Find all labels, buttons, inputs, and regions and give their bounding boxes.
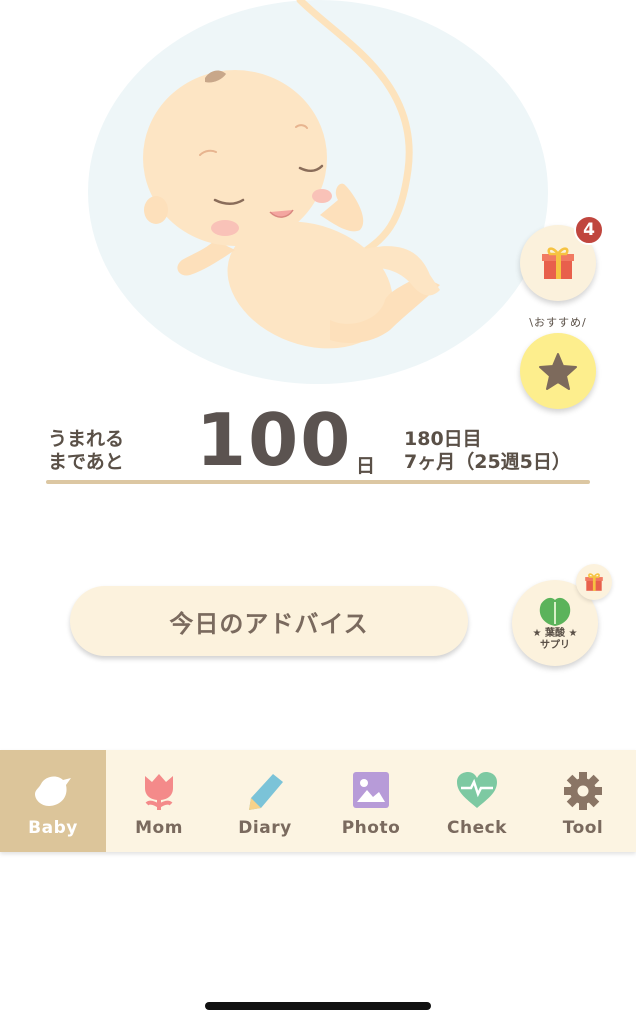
supplement-gift-badge [576, 564, 612, 600]
heartbeat-icon [457, 772, 497, 808]
countdown-caption: うまれる まであと [48, 428, 124, 474]
tab-diary[interactable]: Diary [212, 750, 318, 852]
tab-check[interactable]: Check [424, 750, 530, 852]
tab-photo-label: Photo [341, 818, 401, 838]
recommend-label: \おすすめ/ [529, 316, 587, 329]
gift-icon [542, 247, 574, 279]
pencil-icon [249, 774, 283, 810]
tab-photo[interactable]: Photo [318, 750, 424, 852]
tab-tool[interactable]: Tool [530, 750, 636, 852]
pregnancy-day: 180日目 [404, 428, 482, 450]
countdown-caption-line1: うまれる [48, 428, 125, 450]
gift-icon [585, 573, 603, 591]
countdown-divider [46, 480, 590, 484]
countdown-days: 100 [196, 398, 353, 482]
recommend-button[interactable] [520, 333, 596, 409]
tab-tool-label: Tool [562, 818, 604, 838]
pregnancy-week: 7ヶ月（25週5日） [404, 451, 571, 473]
tab-baby[interactable]: Baby [0, 750, 106, 852]
supplement-line2: サプリ [540, 640, 570, 651]
tab-mom-label: Mom [135, 818, 183, 838]
gear-icon [564, 772, 602, 810]
gift-badge-count: 4 [574, 215, 604, 245]
countdown-unit: 日 [356, 455, 376, 477]
tab-diary-label: Diary [238, 818, 292, 838]
home-indicator[interactable] [205, 1002, 431, 1010]
leaf-icon [539, 597, 571, 626]
bird-icon [35, 776, 71, 806]
pregnancy-progress: 180日目 7ヶ月（25週5日） [404, 428, 571, 474]
tulip-icon [145, 774, 173, 810]
photo-icon [353, 772, 389, 808]
bottom-tab-bar: Baby Mom Diary Photo Check Tool [0, 750, 636, 852]
star-icon [539, 353, 577, 390]
tab-mom[interactable]: Mom [106, 750, 212, 852]
tab-baby-label: Baby [28, 818, 78, 838]
tab-check-label: Check [447, 818, 507, 838]
todays-advice-button[interactable]: 今日のアドバイス [70, 586, 468, 656]
countdown-caption-line2: まであと [48, 451, 124, 473]
supplement-line1: ★ 葉酸 ★ [532, 628, 578, 639]
